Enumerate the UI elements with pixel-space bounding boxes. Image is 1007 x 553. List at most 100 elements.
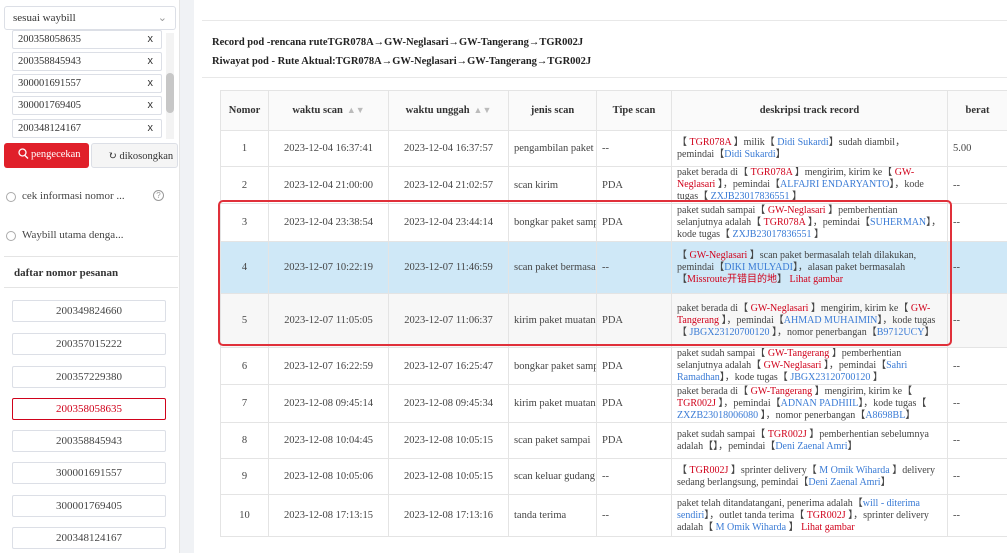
track-record-table: Nomor waktu scan ▲▼ waktu unggah ▲▼ jenis … <box>220 90 1007 537</box>
cell-upload-time: 2023-12-04 16:37:57 <box>388 130 509 167</box>
cell-number: 7 <box>220 384 269 423</box>
cell-number: 6 <box>220 347 269 385</box>
table-row[interactable]: 1 2023-12-04 16:37:41 2023-12-04 16:37:57 p… <box>220 130 1007 167</box>
cell-description: 【 TGR002J 】sprinter delivery【 M Omik Wih… <box>671 458 948 495</box>
remove-icon[interactable]: x <box>148 122 154 134</box>
desc-segment: TGR002J <box>767 428 807 440</box>
col-header-scan-time[interactable]: waktu scan ▲▼ <box>268 90 389 131</box>
refresh-icon: ↻ <box>108 151 117 162</box>
table-row[interactable]: 6 2023-12-07 16:22:59 2023-12-07 16:25:47 b… <box>220 347 1007 385</box>
desc-segment: 】mengirim, kirim ke【 <box>792 167 895 179</box>
table-row[interactable]: 5 2023-12-07 11:05:05 2023-12-07 11:06:37 k… <box>220 293 1007 348</box>
search-icon <box>18 148 29 159</box>
cell-number: 3 <box>220 203 269 242</box>
order-item-active[interactable]: 200358058635 <box>12 398 166 420</box>
cell-description: paket sudah sampai【 TGR002J 】pemberhenti… <box>671 422 948 459</box>
cell-number: 4 <box>220 241 269 294</box>
radio-main-waybill-label: Waybill utama denga... <box>22 229 124 241</box>
waybill-scrollbar[interactable] <box>166 33 174 139</box>
table-row[interactable]: 8 2023-12-08 10:04:45 2023-12-08 10:05:15 s… <box>220 422 1007 459</box>
waybill-entry[interactable]: 200358058635 x <box>12 30 162 49</box>
waybill-entry[interactable]: 300001769405 x <box>12 96 162 115</box>
cell-scan-time: 2023-12-04 16:37:41 <box>268 130 389 167</box>
table-row[interactable]: 9 2023-12-08 10:05:06 2023-12-08 10:05:15 s… <box>220 458 1007 495</box>
table-row[interactable]: 7 2023-12-08 09:45:14 2023-12-08 09:45:34 k… <box>220 384 1007 423</box>
desc-segment: 】 <box>905 409 916 421</box>
desc-segment: Didi Sukardi <box>777 136 829 148</box>
order-item[interactable]: 200358845943 <box>12 430 166 452</box>
cell-scan-kind: scan keluar gudang <box>508 458 597 495</box>
order-item[interactable]: 200357015222 <box>12 333 166 355</box>
cell-scan-time: 2023-12-07 10:22:19 <box>268 241 389 294</box>
remove-icon[interactable]: x <box>148 55 154 67</box>
col-header-scan-type: Tipe scan <box>596 90 672 131</box>
desc-segment: paket berada di【 <box>677 385 751 397</box>
remove-icon[interactable]: x <box>148 99 154 111</box>
remove-icon[interactable]: x <box>148 33 154 45</box>
cell-upload-time: 2023-12-08 17:13:16 <box>388 494 509 537</box>
desc-segment: ALFAJRI ENDARYANTO <box>780 179 890 190</box>
order-item[interactable]: 200349824660 <box>12 300 166 322</box>
desc-segment: 】 <box>924 326 935 338</box>
table-row[interactable]: 3 2023-12-04 23:38:54 2023-12-04 23:44:14 b… <box>220 203 1007 242</box>
cell-weight: -- <box>947 166 1007 204</box>
cell-scan-time: 2023-12-08 17:13:15 <box>268 494 389 537</box>
query-type-select[interactable]: sesuai waybill ⌄ <box>4 6 176 30</box>
cell-upload-time: 2023-12-07 11:06:37 <box>388 293 509 348</box>
order-item[interactable]: 200357229380 <box>12 366 166 388</box>
desc-segment: Didi Sukardi <box>724 148 776 160</box>
desc-segment: paket berada di【 <box>677 167 751 179</box>
desc-segment: AHMAD MUHAIMIN <box>783 314 878 326</box>
scrollbar-thumb[interactable] <box>166 73 174 113</box>
view-image-link[interactable]: Lihat gambar <box>801 522 855 533</box>
desc-segment: GW-Neglasari <box>763 360 822 371</box>
desc-segment: JBGX23120700120 <box>790 372 871 383</box>
cell-scan-kind: bongkar paket sampai <box>508 203 597 242</box>
radio-main-waybill[interactable] <box>6 231 16 241</box>
desc-segment: paket telah ditandatangani, penerima ada… <box>677 497 863 509</box>
desc-segment: 】，pemindai【 <box>713 440 776 452</box>
desc-segment: 】，nomor penerbangan【 <box>769 326 877 338</box>
planned-route: Record pod -rencana ruteTGR078A→GW-Negla… <box>212 37 584 48</box>
remove-icon[interactable]: x <box>148 77 154 89</box>
table-row[interactable]: 2 2023-12-04 21:00:00 2023-12-04 21:02:57 s… <box>220 166 1007 204</box>
sort-icon[interactable]: ▲▼ <box>474 105 492 115</box>
cell-scan-type: PDA <box>596 293 672 348</box>
cell-scan-time: 2023-12-04 23:38:54 <box>268 203 389 242</box>
cell-number: 8 <box>220 422 269 459</box>
desc-segment: GW-Neglasari <box>767 204 826 216</box>
desc-segment: 】 <box>789 191 803 202</box>
desc-segment: TGR002J <box>689 464 729 476</box>
desc-segment: 】 <box>870 372 883 383</box>
help-icon[interactable]: ? <box>153 190 164 201</box>
desc-segment: GW-Neglasari <box>689 249 748 261</box>
cell-scan-kind: kirim paket muatan <box>508 384 597 423</box>
table-row[interactable]: 4 2023-12-07 10:22:19 2023-12-07 11:46:59 s… <box>220 241 1007 294</box>
waybill-entry[interactable]: 200358845943 x <box>12 52 162 71</box>
clear-button[interactable]: ↻ dikosongkan <box>91 143 178 168</box>
desc-segment: 】，pemindai【 <box>715 397 781 409</box>
cell-scan-time: 2023-12-07 16:22:59 <box>268 347 389 385</box>
desc-segment: ADNAN PADHIIL <box>780 397 859 409</box>
desc-segment: Deni Zaenal Amri <box>775 440 848 452</box>
cell-scan-time: 2023-12-04 21:00:00 <box>268 166 389 204</box>
sort-icon[interactable]: ▲▼ <box>347 105 365 115</box>
col-header-upload-time[interactable]: waktu unggah ▲▼ <box>388 90 509 131</box>
desc-segment: 【 <box>677 464 690 476</box>
order-item[interactable]: 300001691557 <box>12 462 166 484</box>
table-row[interactable]: 10 2023-12-08 17:13:15 2023-12-08 17:13:16… <box>220 494 1007 537</box>
view-image-link[interactable]: Lihat gambar <box>790 274 844 285</box>
radio-check-info[interactable] <box>6 192 16 202</box>
order-item[interactable]: 200348124167 <box>12 527 166 549</box>
order-item[interactable]: 300001769405 <box>12 495 166 517</box>
waybill-entry[interactable]: 200348124167 x <box>12 119 162 138</box>
desc-segment: 】 <box>777 273 790 285</box>
desc-segment: TGR078A <box>750 167 793 179</box>
actual-route: Riwayat pod - Rute Aktual:TGR078A→GW-Neg… <box>212 56 592 67</box>
search-button[interactable]: pengecekan <box>4 143 89 168</box>
cell-scan-type: PDA <box>596 422 672 459</box>
cell-scan-kind: scan kirim <box>508 166 597 204</box>
waybill-entry[interactable]: 300001691557 x <box>12 74 162 93</box>
left-panel: sesuai waybill ⌄ 200358058635 x 20035884… <box>0 0 180 553</box>
cell-weight: -- <box>947 203 1007 242</box>
